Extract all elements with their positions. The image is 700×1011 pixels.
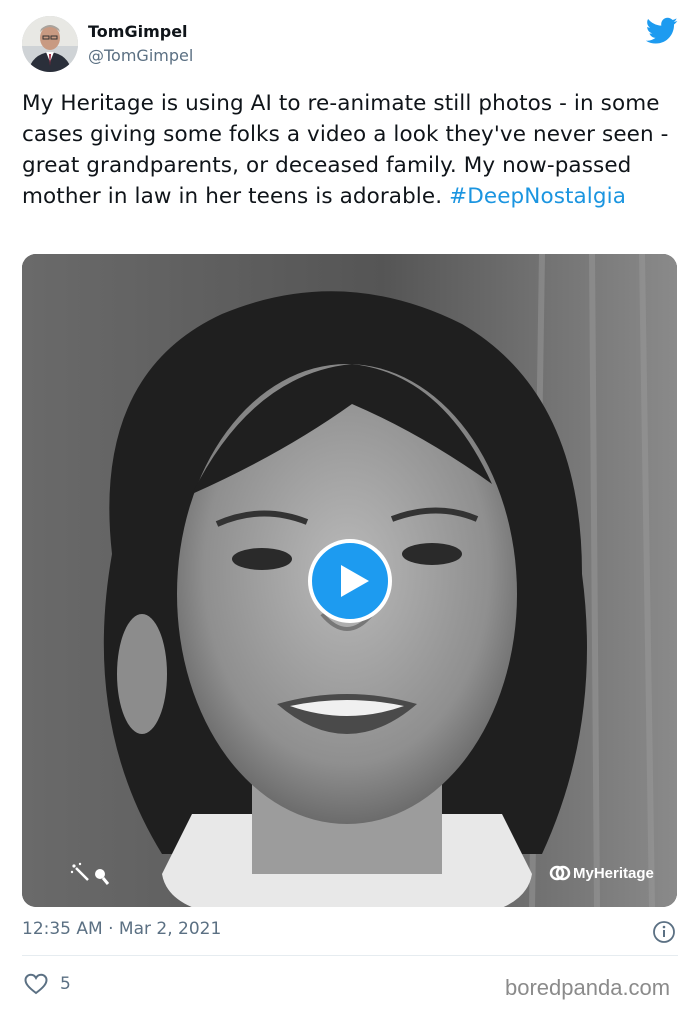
avatar[interactable] (22, 16, 78, 72)
heart-icon[interactable] (24, 973, 48, 995)
source-watermark: boredpanda.com (505, 975, 671, 1000)
hashtag-link[interactable]: #DeepNostalgia (449, 184, 626, 209)
myheritage-watermark: MyHeritage (549, 865, 654, 882)
tweet-video[interactable]: MyHeritage (22, 254, 677, 907)
tweet-timestamp[interactable]: 12:35 AM · Mar 2, 2021 (22, 919, 221, 939)
myheritage-logo-icon (549, 865, 571, 881)
tweet-text: My Heritage is using AI to re-animate st… (22, 88, 682, 212)
user-handle[interactable]: @TomGimpel (88, 46, 193, 65)
display-name[interactable]: TomGimpel (88, 22, 188, 41)
like-count: 5 (60, 974, 71, 994)
divider (22, 955, 678, 956)
magic-wand-icon (70, 862, 110, 885)
play-icon (341, 565, 369, 597)
play-button[interactable] (308, 539, 392, 623)
profile-photo (22, 16, 78, 72)
twitter-logo-icon[interactable] (646, 17, 678, 45)
tweet-card: TomGimpel @TomGimpel My Heritage is usin… (0, 0, 700, 1011)
watermark-text: MyHeritage (573, 865, 654, 882)
info-icon[interactable] (652, 920, 676, 944)
